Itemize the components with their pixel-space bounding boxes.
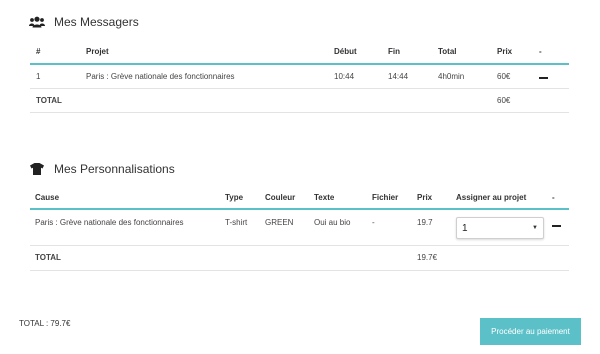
table-row: Paris : Grève nationale des fonctionnair… [30, 209, 569, 246]
row-prix: 19.7 [417, 209, 456, 246]
personnalisations-table: Cause Type Couleur Texte Fichier Prix As… [30, 187, 569, 271]
col-prix: Prix [417, 187, 456, 210]
col-type: Type [225, 187, 265, 210]
col-cause: Cause [30, 187, 225, 210]
minus-icon[interactable] [539, 76, 548, 79]
pay-button[interactable]: Procéder au paiement [480, 318, 581, 345]
total-value: 19.7€ [417, 245, 456, 271]
messagers-header-row: # Projet Début Fin Total Prix - [30, 40, 569, 65]
assign-project-value: 1 [462, 222, 468, 234]
messagers-table: # Projet Début Fin Total Prix - 1 Paris … [30, 40, 569, 113]
col-projet: Projet [86, 40, 334, 65]
col-debut: Début [334, 40, 388, 65]
row-couleur: GREEN [265, 209, 314, 246]
total-row: TOTAL 60€ [30, 88, 569, 113]
total-label: TOTAL [30, 245, 225, 271]
row-type: T-shirt [225, 209, 265, 246]
grand-total: TOTAL : 79.7€ [19, 319, 71, 328]
total-label: TOTAL [30, 88, 86, 113]
users-icon [29, 15, 45, 29]
col-fichier: Fichier [372, 187, 417, 210]
row-total: 4h0min [438, 64, 497, 89]
remove-personnalisation-button[interactable] [552, 209, 569, 246]
tshirt-icon [29, 162, 45, 176]
chevron-down-icon: ▼ [532, 225, 538, 231]
messagers-title: Mes Messagers [54, 15, 139, 29]
col-assigner: Assigner au projet [456, 187, 552, 210]
assign-project-select[interactable]: 1 ▼ [456, 217, 544, 239]
row-projet: Paris : Grève nationale des fonctionnair… [86, 64, 334, 89]
remove-messager-button[interactable] [539, 64, 569, 89]
col-texte: Texte [314, 187, 372, 210]
table-row: 1 Paris : Grève nationale des fonctionna… [30, 64, 569, 89]
total-row: TOTAL 19.7€ [30, 245, 569, 271]
col-prix: Prix [497, 40, 539, 65]
row-debut: 10:44 [334, 64, 388, 89]
total-value: 60€ [497, 88, 539, 113]
messagers-heading: Mes Messagers [29, 15, 139, 29]
personnalisations-heading: Mes Personnalisations [29, 162, 175, 176]
row-fin: 14:44 [388, 64, 438, 89]
minus-icon[interactable] [552, 225, 561, 227]
col-fin: Fin [388, 40, 438, 65]
col-couleur: Couleur [265, 187, 314, 210]
col-num: # [30, 40, 86, 65]
row-cause: Paris : Grève nationale des fonctionnair… [30, 209, 225, 246]
personnalisations-title: Mes Personnalisations [54, 162, 175, 176]
col-action: - [552, 187, 569, 210]
row-num: 1 [30, 64, 86, 89]
row-prix: 60€ [497, 64, 539, 89]
col-action: - [539, 40, 569, 65]
personnalisations-header-row: Cause Type Couleur Texte Fichier Prix As… [30, 187, 569, 210]
col-total: Total [438, 40, 497, 65]
row-texte: Oui au bio [314, 209, 372, 246]
row-fichier: - [372, 209, 417, 246]
